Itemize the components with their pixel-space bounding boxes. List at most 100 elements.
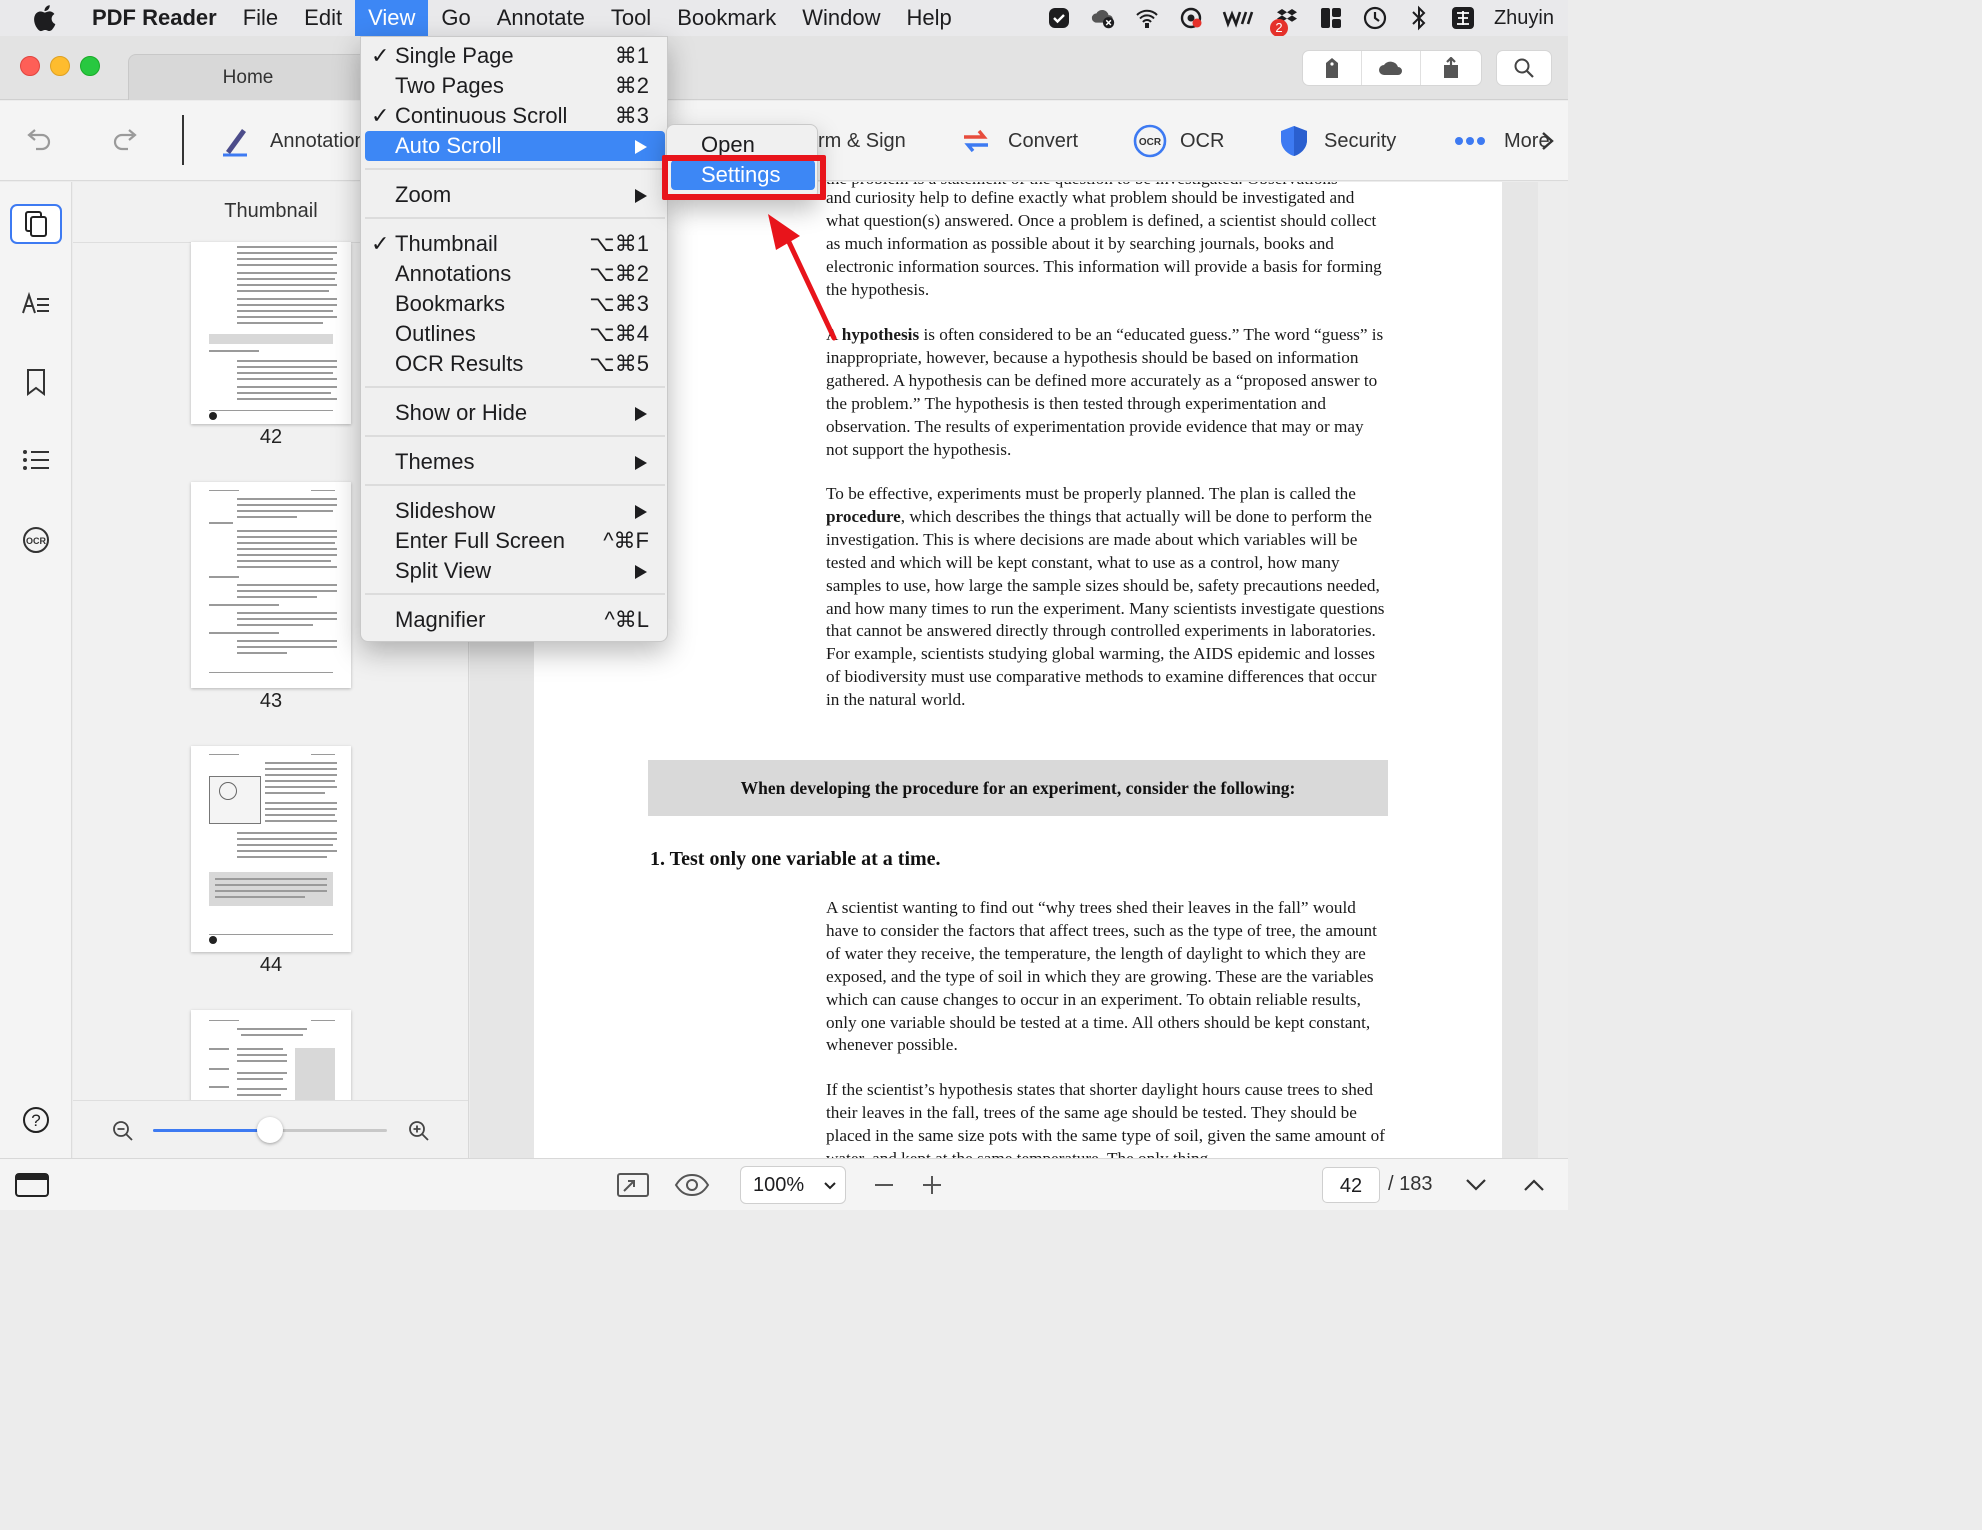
undo-button[interactable] bbox=[24, 101, 52, 181]
zoom-window-button[interactable] bbox=[80, 56, 100, 76]
wi-logo-icon[interactable] bbox=[1222, 5, 1256, 31]
layout-grid-icon[interactable] bbox=[1318, 5, 1344, 31]
cloud-sync-icon[interactable] bbox=[1090, 5, 1116, 31]
dropbox-icon[interactable]: 2 bbox=[1269, 5, 1300, 37]
menu-item-slideshow[interactable]: Slideshow bbox=[365, 496, 665, 526]
cloud-icon[interactable] bbox=[1362, 51, 1421, 85]
tab-home[interactable]: Home bbox=[128, 54, 368, 100]
menu-item-split-view[interactable]: Split View bbox=[365, 556, 665, 586]
vertical-scrollbar[interactable] bbox=[1538, 182, 1568, 1158]
zoom-select[interactable]: 100% bbox=[740, 1166, 846, 1204]
app-menu[interactable]: PDF Reader bbox=[84, 0, 230, 36]
menu-file[interactable]: File bbox=[230, 0, 291, 36]
menu-item-show-or-hide[interactable]: Show or Hide bbox=[365, 398, 665, 428]
chevron-down-icon bbox=[1466, 1179, 1486, 1191]
convert-tool[interactable]: Convert bbox=[960, 101, 1078, 181]
outlines-panel-button[interactable] bbox=[10, 440, 62, 480]
menu-item-shortcut: ⌘1 bbox=[614, 43, 649, 68]
search-icon[interactable] bbox=[1497, 51, 1551, 85]
zoom-out-icon[interactable] bbox=[111, 1119, 135, 1148]
menu-annotate[interactable]: Annotate bbox=[484, 0, 598, 36]
bookmarks-panel-button[interactable] bbox=[10, 362, 62, 402]
ocr-results-panel-button[interactable]: OCR bbox=[10, 520, 62, 560]
help-button[interactable]: ? bbox=[10, 1100, 62, 1140]
menu-item-bookmarks[interactable]: Bookmarks ⌥⌘3 bbox=[365, 289, 665, 319]
menu-item-zoom[interactable]: Zoom bbox=[365, 180, 665, 210]
more-dots-icon bbox=[1455, 137, 1485, 145]
menu-window[interactable]: Window bbox=[789, 0, 893, 36]
menu-bookmark[interactable]: Bookmark bbox=[664, 0, 789, 36]
page-thumbnail-45[interactable] bbox=[191, 1010, 351, 1110]
menu-tool[interactable]: Tool bbox=[598, 0, 664, 36]
previous-page-button[interactable] bbox=[1522, 1159, 1546, 1211]
ocr-tool[interactable]: OCR OCR bbox=[1132, 101, 1224, 181]
menu-item-enter-full-screen[interactable]: Enter Full Screen ^⌘F bbox=[365, 526, 665, 556]
paragraph-3-start: To be effective, experiments must be pro… bbox=[826, 484, 1356, 503]
menu-help[interactable]: Help bbox=[893, 0, 964, 36]
menu-view[interactable]: View bbox=[355, 0, 429, 36]
page-number-43: 43 bbox=[259, 690, 283, 712]
menu-item-two-pages[interactable]: Two Pages ⌘2 bbox=[365, 71, 665, 101]
annotations-panel-button[interactable] bbox=[10, 284, 62, 324]
zoom-in-icon[interactable] bbox=[407, 1119, 431, 1148]
menu-item-auto-scroll[interactable]: Auto Scroll bbox=[365, 131, 665, 161]
window-layout-icon[interactable] bbox=[14, 1159, 50, 1211]
wifi-icon[interactable] bbox=[1134, 5, 1160, 31]
menu-item-themes[interactable]: Themes bbox=[365, 447, 665, 477]
menu-item-outlines[interactable]: Outlines ⌥⌘4 bbox=[365, 319, 665, 349]
chevron-right-icon[interactable] bbox=[1540, 131, 1556, 156]
menu-item-single-page[interactable]: ✓ Single Page ⌘1 bbox=[365, 41, 665, 71]
more-tool[interactable]: More bbox=[1454, 101, 1550, 181]
callout-box: When developing the procedure for an exp… bbox=[648, 760, 1388, 816]
page-thumbnail-43[interactable] bbox=[191, 482, 351, 688]
menu-item-thumbnail[interactable]: ✓ Thumbnail ⌥⌘1 bbox=[365, 229, 665, 259]
redo-button[interactable] bbox=[112, 101, 140, 181]
apple-icon[interactable] bbox=[32, 4, 62, 32]
menu-item-label: Zoom bbox=[395, 182, 452, 207]
page-thumbnail-44[interactable] bbox=[191, 746, 351, 952]
svg-text:?: ? bbox=[31, 1111, 40, 1130]
fit-page-icon[interactable] bbox=[616, 1159, 650, 1211]
list-icon bbox=[23, 450, 49, 470]
minimize-window-button[interactable] bbox=[50, 56, 70, 76]
bookmark-tag-icon[interactable] bbox=[1303, 51, 1362, 85]
section-heading: 1. Test only one variable at a time. bbox=[650, 848, 941, 870]
menu-item-label: Slideshow bbox=[395, 498, 496, 523]
svg-text:OCR: OCR bbox=[1139, 137, 1162, 148]
security-tool[interactable]: Security bbox=[1278, 101, 1396, 181]
ocr-icon: OCR bbox=[1133, 124, 1167, 158]
page-number-input[interactable]: 42 bbox=[1322, 1167, 1380, 1203]
bluetooth-icon[interactable] bbox=[1406, 5, 1432, 31]
annotation-tool[interactable]: Annotation bbox=[220, 101, 366, 181]
menu-go[interactable]: Go bbox=[428, 0, 483, 36]
thumbnail-panel-button[interactable] bbox=[10, 204, 62, 244]
menu-item-label: Auto Scroll bbox=[395, 133, 502, 158]
menu-item-continuous-scroll[interactable]: ✓ Continuous Scroll ⌘3 bbox=[365, 101, 665, 131]
menu-item-shortcut: ⌘3 bbox=[614, 103, 649, 128]
zoom-in-button[interactable] bbox=[920, 1159, 944, 1211]
zoom-out-button[interactable] bbox=[872, 1159, 896, 1211]
eye-icon[interactable] bbox=[674, 1159, 710, 1211]
user-name[interactable]: Zhuyin bbox=[1494, 7, 1554, 30]
paragraph-2-rest: is often considered to be an “educated g… bbox=[826, 325, 1384, 459]
menu-item-annotations[interactable]: Annotations ⌥⌘2 bbox=[365, 259, 665, 289]
term-hypothesis: hypothesis bbox=[841, 325, 920, 344]
checkmark-circle-icon[interactable] bbox=[1046, 5, 1072, 31]
close-window-button[interactable] bbox=[20, 56, 40, 76]
search-box[interactable] bbox=[1496, 50, 1552, 86]
time-machine-icon[interactable] bbox=[1362, 5, 1388, 31]
menu-edit[interactable]: Edit bbox=[291, 0, 355, 36]
page-thumbnail-42[interactable] bbox=[191, 242, 351, 424]
menu-item-magnifier[interactable]: Magnifier ^⌘L bbox=[365, 605, 665, 635]
form-sign-tool[interactable]: rm & Sign bbox=[818, 101, 906, 181]
pdf-page: the problem is a statement of the questi… bbox=[534, 182, 1502, 1158]
next-page-button[interactable] bbox=[1464, 1159, 1488, 1211]
annotation-label: Annotation bbox=[270, 129, 366, 152]
menu-item-ocr-results[interactable]: OCR Results ⌥⌘5 bbox=[365, 349, 665, 379]
thumbnail-size-slider-handle[interactable] bbox=[257, 1117, 283, 1143]
term-procedure: procedure bbox=[826, 506, 901, 526]
browser-icon[interactable] bbox=[1178, 5, 1204, 31]
input-method-icon[interactable] bbox=[1450, 5, 1476, 31]
window-actions bbox=[1302, 50, 1482, 86]
share-icon[interactable] bbox=[1421, 51, 1480, 85]
